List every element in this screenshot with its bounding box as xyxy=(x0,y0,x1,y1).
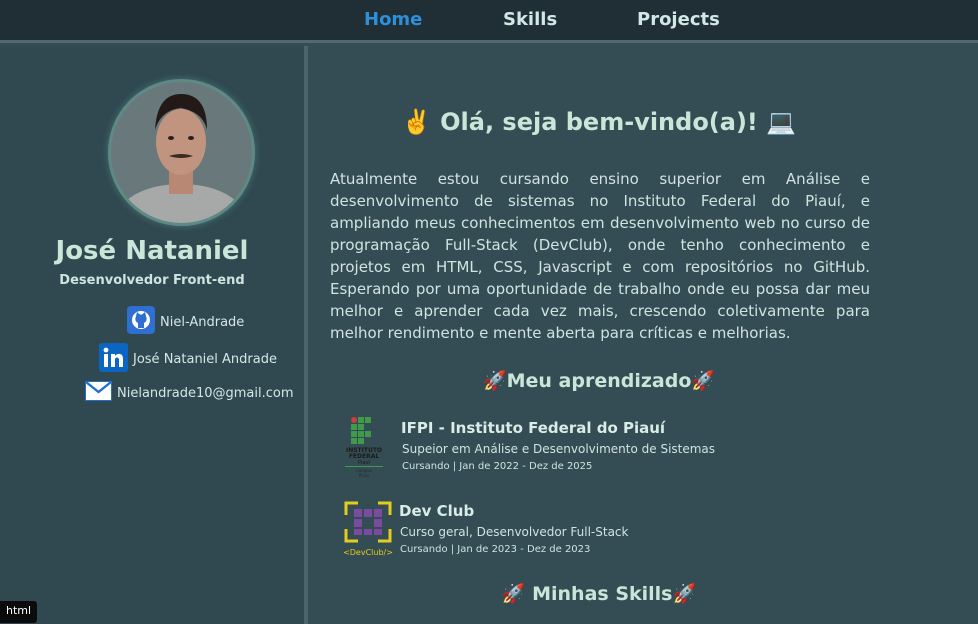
avatar-photo xyxy=(111,82,252,223)
github-label: Niel-Andrade xyxy=(160,314,245,330)
education-dates: Cursando | Jan de 2023 - Dez de 2023 xyxy=(400,544,591,555)
nav-home[interactable]: Home xyxy=(364,9,422,30)
intro-paragraph: Atualmente estou cursando ensino superio… xyxy=(330,170,870,342)
nav-skills[interactable]: Skills xyxy=(503,9,557,30)
devclub-logo-text: <DevClub/> xyxy=(343,548,393,557)
avatar xyxy=(108,79,255,226)
education-subtitle: Curso geral, Desenvolvedor Full-Stack xyxy=(400,525,629,539)
tooltip: html xyxy=(0,601,38,623)
ifpi-logo-line-5: Picos xyxy=(359,473,369,478)
contact-linkedin[interactable]: José Nataniel Andrade xyxy=(99,343,277,376)
learning-title: 🚀Meu aprendizado🚀 xyxy=(482,370,716,392)
education-title: Dev Club xyxy=(399,502,475,520)
main-content: ✌️ Olá, seja bem-vindo(a)! 💻 Atualmente … xyxy=(312,46,978,624)
profile-sidebar: José Nataniel Desenvolvedor Front-end Ni… xyxy=(0,46,308,624)
linkedin-label: José Nataniel Andrade xyxy=(133,352,277,367)
nav-projects[interactable]: Projects xyxy=(637,9,720,30)
skills-title: 🚀 Minhas Skills🚀 xyxy=(501,583,697,605)
contact-email[interactable]: Nielandrade10@gmail.com xyxy=(85,381,294,405)
ifpi-logo: INSTITUTO FEDERAL Piauí Campus Picos xyxy=(342,416,386,482)
email-label: Nielandrade10@gmail.com xyxy=(117,385,294,401)
top-nav: Home Skills Projects xyxy=(0,0,978,43)
github-icon xyxy=(127,306,155,338)
profile-role: Desenvolvedor Front-end xyxy=(59,273,245,288)
linkedin-icon xyxy=(99,343,128,376)
education-dates: Cursando | Jan de 2022 - Dez de 2025 xyxy=(402,461,593,472)
ifpi-logo-line-3: Piauí xyxy=(358,459,371,466)
devclub-logo: <DevClub/> xyxy=(342,499,394,563)
education-subtitle: Supeior em Análise e Desenvolvimento de … xyxy=(402,442,716,456)
profile-name: José Nataniel xyxy=(55,236,249,266)
welcome-title: ✌️ Olá, seja bem-vindo(a)! 💻 xyxy=(401,108,797,136)
ifpi-logo-line-2: FEDERAL xyxy=(349,453,380,460)
contact-github[interactable]: Niel-Andrade xyxy=(127,306,244,338)
mail-icon xyxy=(85,381,112,405)
education-title: IFPI - Instituto Federal do Piauí xyxy=(401,419,666,437)
